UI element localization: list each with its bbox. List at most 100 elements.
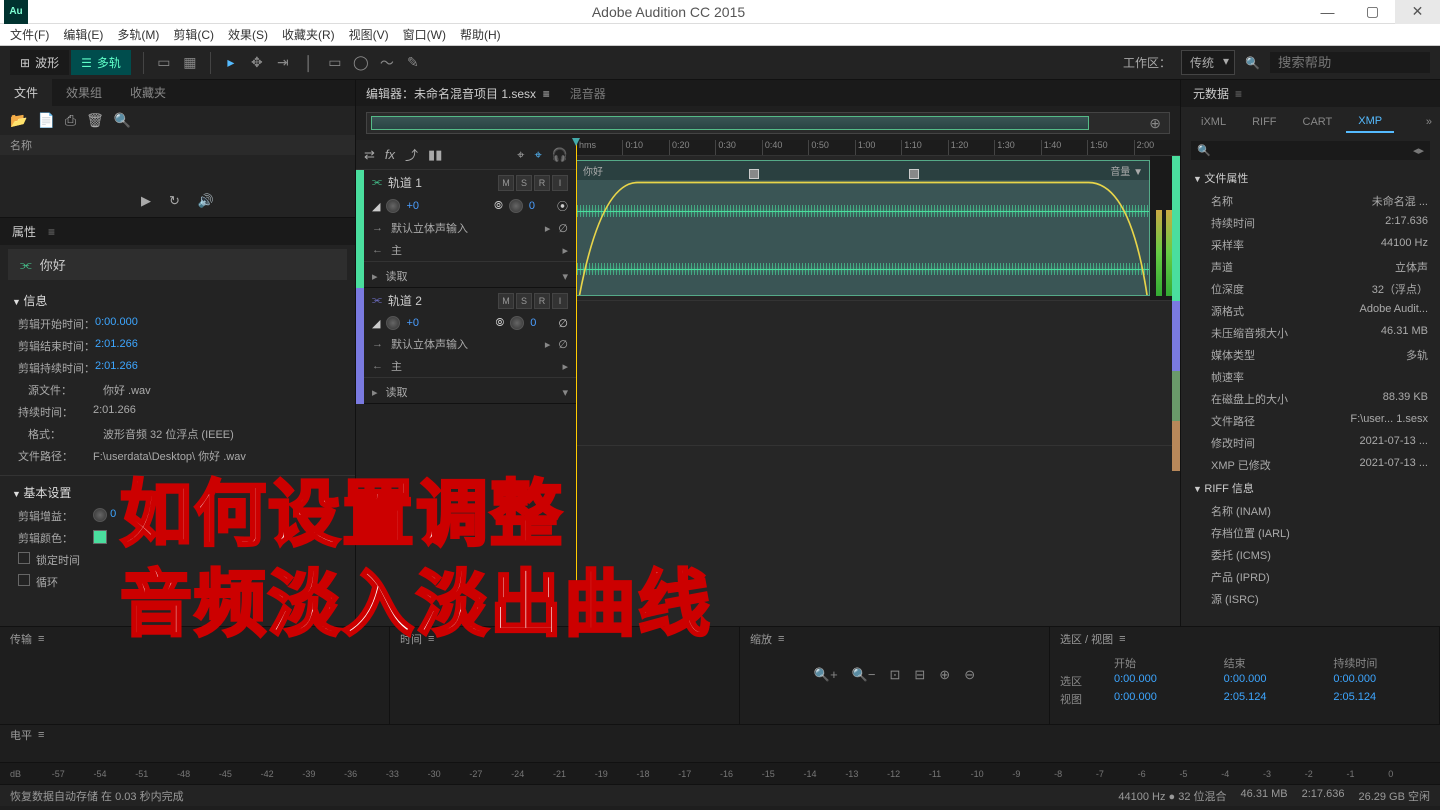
overflow-icon[interactable]: » <box>1426 116 1432 128</box>
volume-knob[interactable] <box>386 199 400 213</box>
zoom-in-v-icon[interactable]: ⊕ <box>939 667 950 683</box>
search-help-box[interactable] <box>1270 52 1430 73</box>
zoom-out-icon[interactable]: 🔍− <box>852 667 876 683</box>
time-ruler[interactable]: hms0:100:200:300:400:501:001:101:201:301… <box>576 140 1180 156</box>
color-swatch[interactable] <box>93 530 107 544</box>
menu-edit[interactable]: 编辑(E) <box>63 26 103 43</box>
zoom-sel-icon[interactable]: ⊟ <box>914 667 925 683</box>
snap-icon[interactable]: ⌖ <box>517 147 524 163</box>
menu-clip[interactable]: 剪辑(C) <box>173 26 214 43</box>
file-props-group[interactable]: 文件属性 <box>1191 166 1430 190</box>
pan-knob[interactable] <box>509 199 523 213</box>
heal-icon[interactable]: ✎ <box>405 55 421 71</box>
zoom-out-v-icon[interactable]: ⊖ <box>964 667 975 683</box>
snap2-icon[interactable]: ⌖ <box>534 147 541 163</box>
time-select-icon[interactable]: │ <box>301 55 317 71</box>
brush-icon[interactable]: 〜 <box>379 55 395 71</box>
fx-icon[interactable]: fx <box>385 147 395 162</box>
fade-out-handle[interactable] <box>909 169 919 179</box>
riff-group[interactable]: RIFF 信息 <box>1191 476 1430 500</box>
play-icon[interactable]: ▶ <box>141 193 151 209</box>
multitrack-view-tab[interactable]: ☰多轨 <box>71 50 131 75</box>
toggle-icon[interactable]: ⇄ <box>364 147 375 163</box>
solo-button[interactable]: S <box>516 175 532 191</box>
metadata-panel-header[interactable]: 元数据≡ <box>1181 80 1440 107</box>
volume-knob[interactable] <box>386 316 400 330</box>
monitor-button[interactable]: I <box>552 175 568 191</box>
razor-tool-icon[interactable]: ✥ <box>249 55 265 71</box>
maximize-button[interactable]: ▢ <box>1350 0 1395 24</box>
editor-tab-active[interactable]: 编辑器：未命名混音项目 1.sesx ≡ <box>366 85 550 102</box>
info-section-header[interactable]: 信息 <box>12 288 343 313</box>
phase-icon[interactable]: ∅ <box>558 317 568 330</box>
mute-button[interactable]: M <box>498 293 514 309</box>
tab-ixml[interactable]: iXML <box>1189 112 1238 132</box>
mixer-tab[interactable]: 混音器 <box>570 85 606 102</box>
import-icon[interactable]: 📄 <box>37 112 54 129</box>
close-button[interactable]: ✕ <box>1395 0 1440 24</box>
lock-checkbox[interactable] <box>18 552 30 564</box>
open-file-icon[interactable]: 📂 <box>10 112 27 129</box>
phase-icon[interactable]: ⦿ <box>557 198 568 214</box>
track-2-name[interactable]: 轨道 2 <box>388 292 492 309</box>
fade-envelope[interactable] <box>577 177 1149 296</box>
tab-cart[interactable]: CART <box>1291 112 1345 132</box>
marquee-icon[interactable]: ▭ <box>327 55 343 71</box>
track-1-name[interactable]: 轨道 1 <box>388 174 492 191</box>
input-opt-icon[interactable]: ∅ <box>558 222 568 235</box>
menu-window[interactable]: 窗口(W) <box>403 26 446 43</box>
zoom-panel-header[interactable]: 缩放 ≡ <box>750 631 1039 651</box>
send-icon[interactable]: ⤴ <box>405 145 418 164</box>
basic-settings-header[interactable]: 基本设置 <box>12 480 343 505</box>
workspace-dropdown[interactable]: 传统 <box>1181 50 1235 75</box>
waveform-view-tab[interactable]: ⊞波形 <box>10 50 69 75</box>
menu-effects[interactable]: 效果(S) <box>228 26 268 43</box>
track-2-lane[interactable] <box>576 301 1180 446</box>
mute-button[interactable]: M <box>498 175 514 191</box>
menu-help[interactable]: 帮助(H) <box>460 26 501 43</box>
loop-icon[interactable]: ↻ <box>169 193 180 209</box>
zoom-fit-icon[interactable]: ⊕ <box>1149 115 1161 132</box>
slip-tool-icon[interactable]: ⇥ <box>275 55 291 71</box>
delete-icon[interactable]: 🗑 <box>86 112 104 129</box>
hud-icon[interactable]: ▭ <box>156 55 172 71</box>
lasso-icon[interactable]: ◯ <box>353 55 369 71</box>
gain-knob[interactable] <box>93 508 107 522</box>
tab-favorites[interactable]: 收藏夹 <box>116 79 180 106</box>
zoom-in-icon[interactable]: 🔍+ <box>814 667 838 683</box>
record-button[interactable]: R <box>534 293 550 309</box>
minimize-button[interactable]: — <box>1305 0 1350 24</box>
move-tool-icon[interactable]: ▸ <box>223 55 239 71</box>
audio-clip[interactable]: 你好音量 ▼ <box>576 160 1150 296</box>
search-input[interactable] <box>1278 55 1422 70</box>
tab-riff[interactable]: RIFF <box>1240 112 1288 132</box>
record-button[interactable]: R <box>534 175 550 191</box>
transport-panel-header[interactable]: 传输 ≡ <box>10 631 379 651</box>
tab-effects[interactable]: 效果组 <box>52 79 116 106</box>
new-file-icon[interactable]: ⎙ <box>65 112 76 129</box>
autoplay-icon[interactable]: 🔊 <box>198 193 214 209</box>
fade-in-handle[interactable] <box>749 169 759 179</box>
time-panel-header[interactable]: 时间 ≡ <box>400 631 729 651</box>
tab-files[interactable]: 文件 <box>0 79 52 106</box>
playhead[interactable] <box>576 140 577 626</box>
menu-multitrack[interactable]: 多轨(M) <box>117 26 159 43</box>
pan-knob[interactable] <box>510 316 524 330</box>
monitor-button[interactable]: I <box>552 293 568 309</box>
overview-navigator[interactable]: ⊕ <box>366 112 1170 134</box>
zoom-full-icon[interactable]: ⊡ <box>889 667 900 683</box>
selection-panel-header[interactable]: 选区 / 视图 ≡ <box>1060 631 1429 651</box>
loop-checkbox[interactable] <box>18 574 30 586</box>
menu-favorites[interactable]: 收藏夹(R) <box>282 26 335 43</box>
eq-icon[interactable]: ▮▮ <box>428 147 442 163</box>
solo-button[interactable]: S <box>516 293 532 309</box>
input-opt-icon[interactable]: ∅ <box>558 338 568 351</box>
spectral-icon[interactable]: ▦ <box>182 55 198 71</box>
menu-file[interactable]: 文件(F) <box>10 26 49 43</box>
search-files-icon[interactable]: 🔍 <box>114 112 131 129</box>
headphone-icon[interactable]: 🎧 <box>552 147 568 163</box>
metadata-search[interactable]: 🔍◂▸ <box>1191 141 1430 160</box>
next-icon[interactable]: ▸ <box>1418 144 1424 157</box>
properties-panel-header[interactable]: 属性≡ <box>0 217 355 245</box>
menu-view[interactable]: 视图(V) <box>349 26 389 43</box>
